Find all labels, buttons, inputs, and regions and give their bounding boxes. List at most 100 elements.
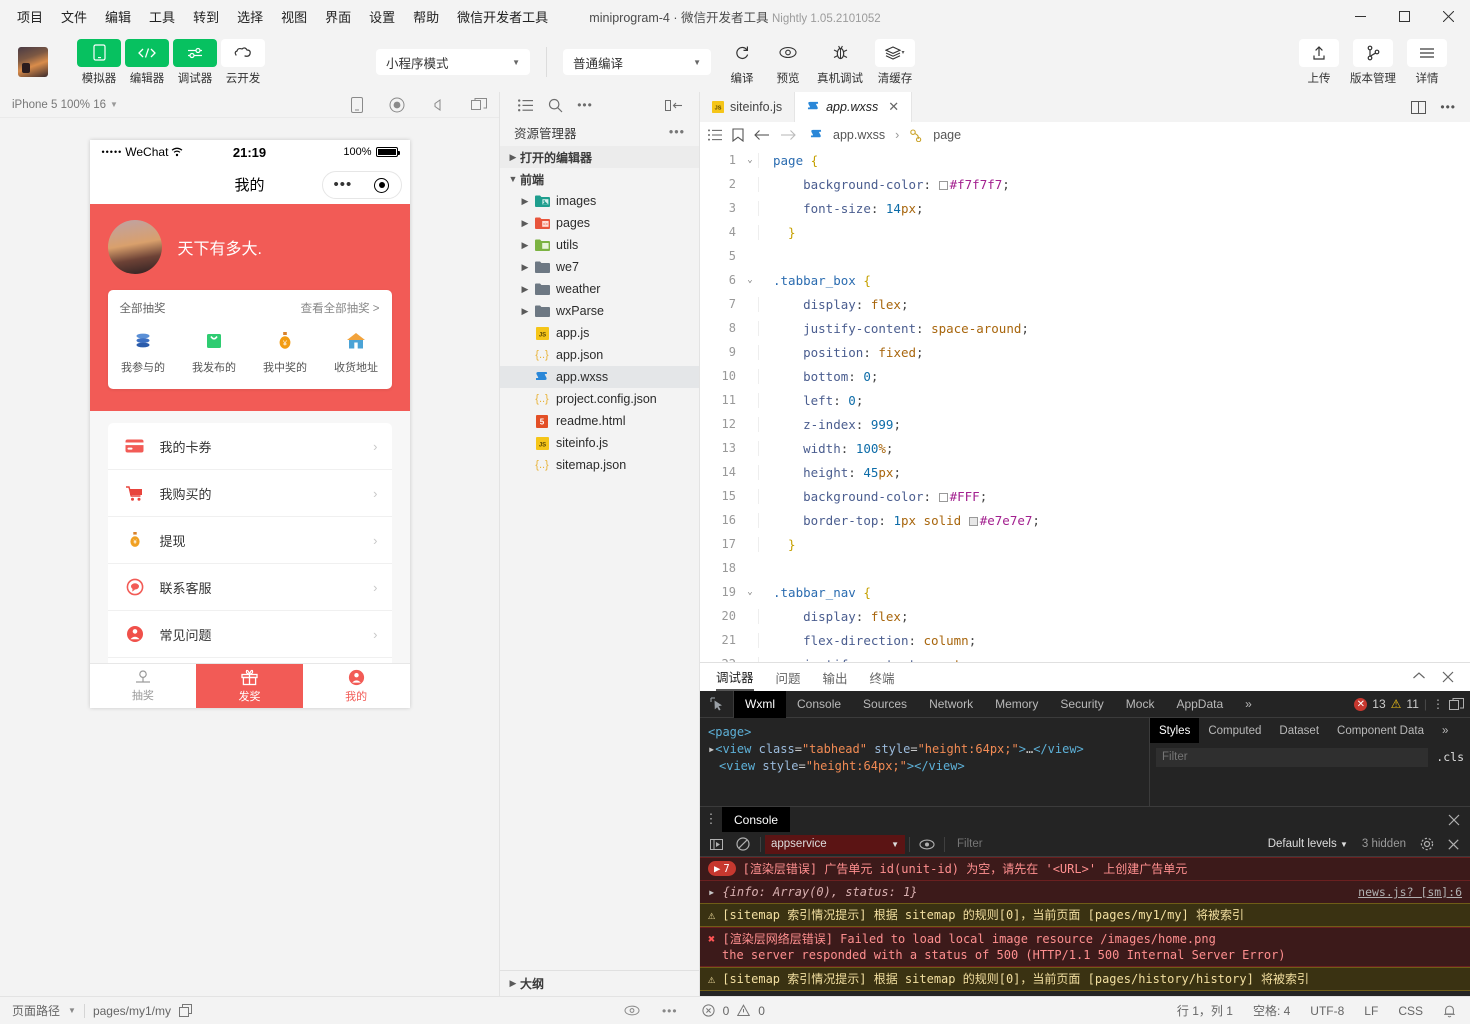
tree-item-app-json[interactable]: {..} app.json <box>500 344 699 366</box>
close-icon[interactable]: ✕ <box>888 99 899 115</box>
tree-item-app-wxss[interactable]: app.wxss <box>500 366 699 388</box>
fold-toggle-icon[interactable]: ⌄ <box>742 275 758 285</box>
more-icon[interactable]: ••• <box>662 1004 678 1018</box>
menu-item-interface[interactable]: 界面 <box>316 3 360 30</box>
devtools-tab-memory[interactable]: Memory <box>984 691 1049 718</box>
tree-item-images[interactable]: ▶ images <box>500 190 699 212</box>
console-message-warning[interactable]: ⚠ [sitemap 索引情况提示] 根据 sitemap 的规则[0]，当前页… <box>700 967 1470 991</box>
clear-icon[interactable] <box>730 832 756 857</box>
menu-item-help[interactable]: 帮助 <box>404 3 448 30</box>
lottery-grid-item-address[interactable]: 收货地址 <box>321 330 392 375</box>
tabbar-item-award[interactable]: 发奖 <box>196 664 303 708</box>
menu-item-select[interactable]: 选择 <box>228 3 272 30</box>
project-thumbnail[interactable] <box>18 47 48 77</box>
fold-toggle-icon[interactable]: ⌄ <box>742 155 758 165</box>
wxml-line[interactable]: <page> <box>708 724 1141 741</box>
menu-item-devtools[interactable]: 微信开发者工具 <box>448 3 557 30</box>
menu-item-project[interactable]: 项目 <box>8 3 52 30</box>
close-icon[interactable] <box>1440 832 1466 857</box>
details-button[interactable]: 详情 <box>1404 39 1450 86</box>
wxml-tree[interactable]: <page> ▸<view class="tabhead" style="hei… <box>700 718 1150 806</box>
close-icon[interactable] <box>1442 671 1454 683</box>
tabbar-item-lottery[interactable]: 抽奖 <box>90 664 197 708</box>
bell-icon[interactable] <box>1443 1004 1456 1018</box>
styles-tab-computed[interactable]: Computed <box>1199 718 1270 743</box>
encoding[interactable]: UTF-8 <box>1310 1004 1344 1018</box>
multi-window-icon[interactable] <box>471 98 487 112</box>
devtools-tab-console[interactable]: Console <box>786 691 852 718</box>
preview-button[interactable]: 预览 <box>765 39 811 86</box>
breadcrumb-file[interactable]: app.wxss <box>833 128 885 142</box>
wechat-capsule[interactable]: ••• <box>322 171 402 199</box>
language-mode[interactable]: CSS <box>1398 1004 1423 1018</box>
console-drawer-tab[interactable]: Console <box>722 807 790 832</box>
menu-item-goto[interactable]: 转到 <box>184 3 228 30</box>
device-selector[interactable]: iPhone 5 100% 16 <box>12 99 106 111</box>
list-icon[interactable] <box>510 92 540 118</box>
more-icon[interactable]: ••• <box>1440 100 1456 114</box>
tree-item-we7[interactable]: ▶ we7 <box>500 256 699 278</box>
code-editor[interactable]: 1⌄page { 2 background-color: #f7f7f7; 3 … <box>700 148 1470 662</box>
dock-side-icon[interactable] <box>1449 698 1464 711</box>
styles-tab-component-data[interactable]: Component Data <box>1328 718 1433 743</box>
back-arrow-icon[interactable] <box>754 129 770 141</box>
resume-icon[interactable] <box>704 832 730 857</box>
styles-tab-overflow[interactable]: » <box>1433 718 1457 743</box>
forward-arrow-icon[interactable] <box>780 129 796 141</box>
tab-problems[interactable]: 问题 <box>776 663 801 691</box>
chevron-right-icon[interactable]: ▶ <box>518 196 532 207</box>
devtools-tab-appdata[interactable]: AppData <box>1165 691 1234 718</box>
explorer-section-outline[interactable]: ▶ 大纲 <box>500 970 699 996</box>
outline-icon[interactable] <box>708 129 722 141</box>
editor-tab-siteinfo[interactable]: JS siteinfo.js <box>700 92 795 122</box>
copy-icon[interactable] <box>179 1004 192 1017</box>
lottery-view-all-link[interactable]: 查看全部抽奖 > <box>301 300 380 316</box>
mode-select[interactable]: 小程序模式 ▼ <box>376 49 530 75</box>
tree-item-sitemap-json[interactable]: {..} sitemap.json <box>500 454 699 476</box>
search-icon[interactable] <box>540 92 570 118</box>
settings-icon[interactable] <box>1414 832 1440 857</box>
tab-output[interactable]: 输出 <box>823 663 848 691</box>
lottery-grid-item-won[interactable]: ¥ 我中奖的 <box>250 330 321 375</box>
close-icon[interactable] <box>1448 814 1470 826</box>
collapse-panel-icon[interactable] <box>659 92 689 118</box>
devtools-tab-overflow[interactable]: » <box>1234 691 1263 718</box>
lottery-grid-item-participated[interactable]: 我参与的 <box>108 330 179 375</box>
console-messages[interactable]: ▶7 [渲染层错误] 广告单元 id(unit-id) 为空，请先在 '<URL… <box>700 857 1470 996</box>
rotate-device-icon[interactable] <box>351 97 363 113</box>
chevron-up-icon[interactable] <box>1412 671 1426 683</box>
explorer-more-icon[interactable]: ••• <box>669 125 685 139</box>
tree-item-project-config[interactable]: {..} project.config.json <box>500 388 699 410</box>
console-context-select[interactable]: appservice ▼ <box>765 835 905 854</box>
menu-item-file[interactable]: 文件 <box>52 3 96 30</box>
menu-item-edit[interactable]: 编辑 <box>96 3 140 30</box>
chevron-down-icon[interactable]: ▼ <box>110 100 118 109</box>
console-message-detail[interactable]: ▸ {info: Array(0), status: 1} news.js? [… <box>700 881 1470 903</box>
tab-terminal[interactable]: 终端 <box>870 663 895 691</box>
capsule-target-icon[interactable] <box>374 178 389 193</box>
clear-cache-button[interactable]: ▾ 清缓存 <box>869 39 921 86</box>
inspect-element-icon[interactable] <box>700 691 734 718</box>
console-kebab-icon[interactable]: ⋮ <box>700 815 722 825</box>
tree-item-readme-html[interactable]: 5 readme.html <box>500 410 699 432</box>
console-message-error[interactable]: ✖ [渲染层网络层错误] Failed to load local image … <box>700 927 1470 967</box>
more-icon[interactable]: ••• <box>570 92 600 118</box>
devtools-kebab-icon[interactable]: ⋮ <box>1432 700 1444 708</box>
record-icon[interactable] <box>389 97 405 113</box>
chevron-down-icon[interactable]: ▼ <box>68 1006 76 1015</box>
chevron-right-icon[interactable]: ▶ <box>518 284 532 295</box>
list-item[interactable]: 我的卡券 › <box>108 423 392 470</box>
list-item[interactable]: 我购买的 › <box>108 470 392 517</box>
close-icon[interactable] <box>1426 0 1470 32</box>
devtools-tab-sources[interactable]: Sources <box>852 691 918 718</box>
chevron-right-icon[interactable]: ▶ <box>518 218 532 229</box>
line-ending[interactable]: LF <box>1364 1004 1378 1018</box>
eye-icon[interactable] <box>914 832 940 857</box>
editor-tab-app-wxss[interactable]: app.wxss ✕ <box>795 92 912 122</box>
menu-item-settings[interactable]: 设置 <box>360 3 404 30</box>
list-item[interactable]: 常见问题 › <box>108 611 392 658</box>
tabbar-item-mine[interactable]: 我的 <box>303 664 410 708</box>
menu-item-tools[interactable]: 工具 <box>140 3 184 30</box>
devtools-tab-security[interactable]: Security <box>1049 691 1114 718</box>
explorer-section-open-editors[interactable]: ▶ 打开的编辑器 <box>500 146 699 168</box>
